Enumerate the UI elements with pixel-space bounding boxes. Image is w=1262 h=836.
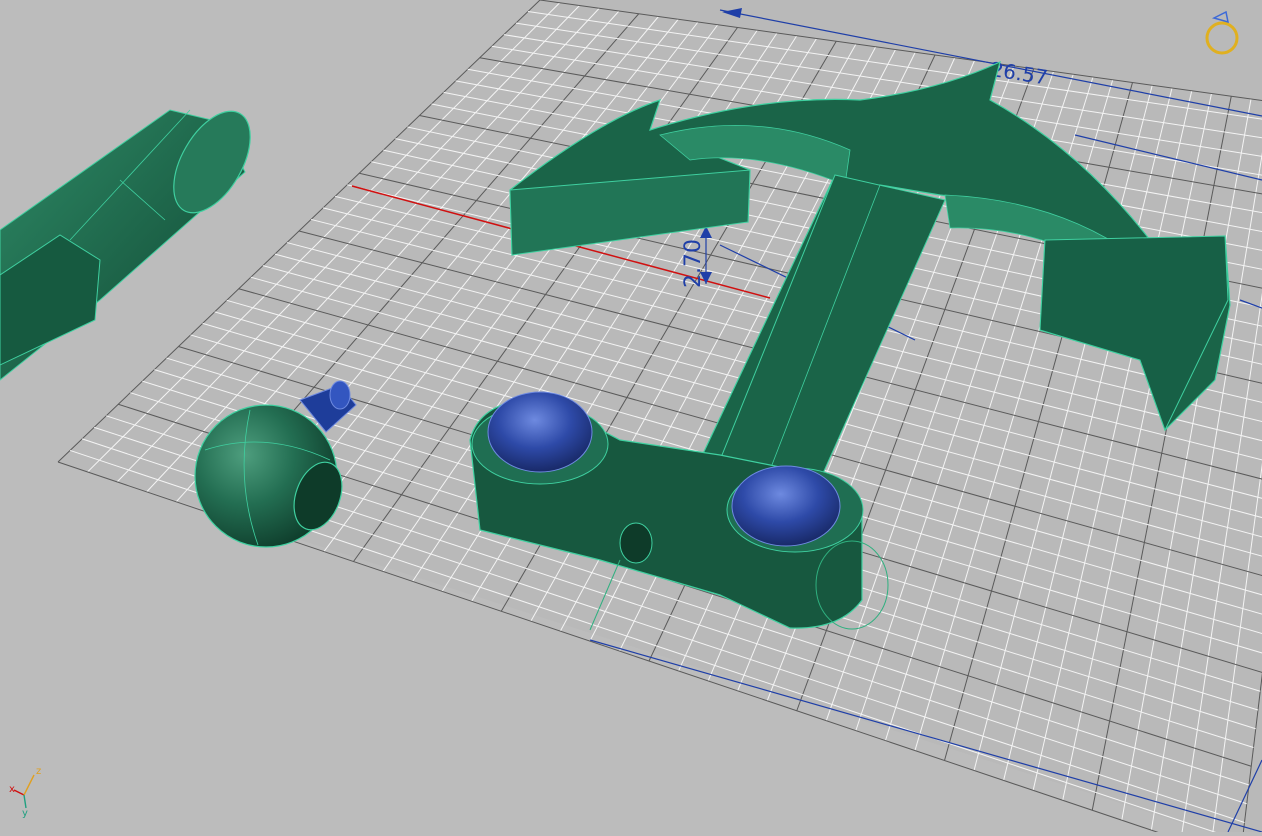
3d-viewport[interactable]: 26.57 2.70 bbox=[0, 0, 1262, 832]
dome-right bbox=[732, 466, 840, 546]
triad-z-label: z bbox=[36, 766, 41, 777]
triad-x-label: x bbox=[9, 784, 15, 795]
axis-triad: x z y bbox=[9, 766, 41, 819]
dimension-thickness-label: 2.70 bbox=[681, 239, 706, 288]
triad-y-label: y bbox=[22, 808, 28, 819]
dome-left bbox=[488, 392, 592, 472]
